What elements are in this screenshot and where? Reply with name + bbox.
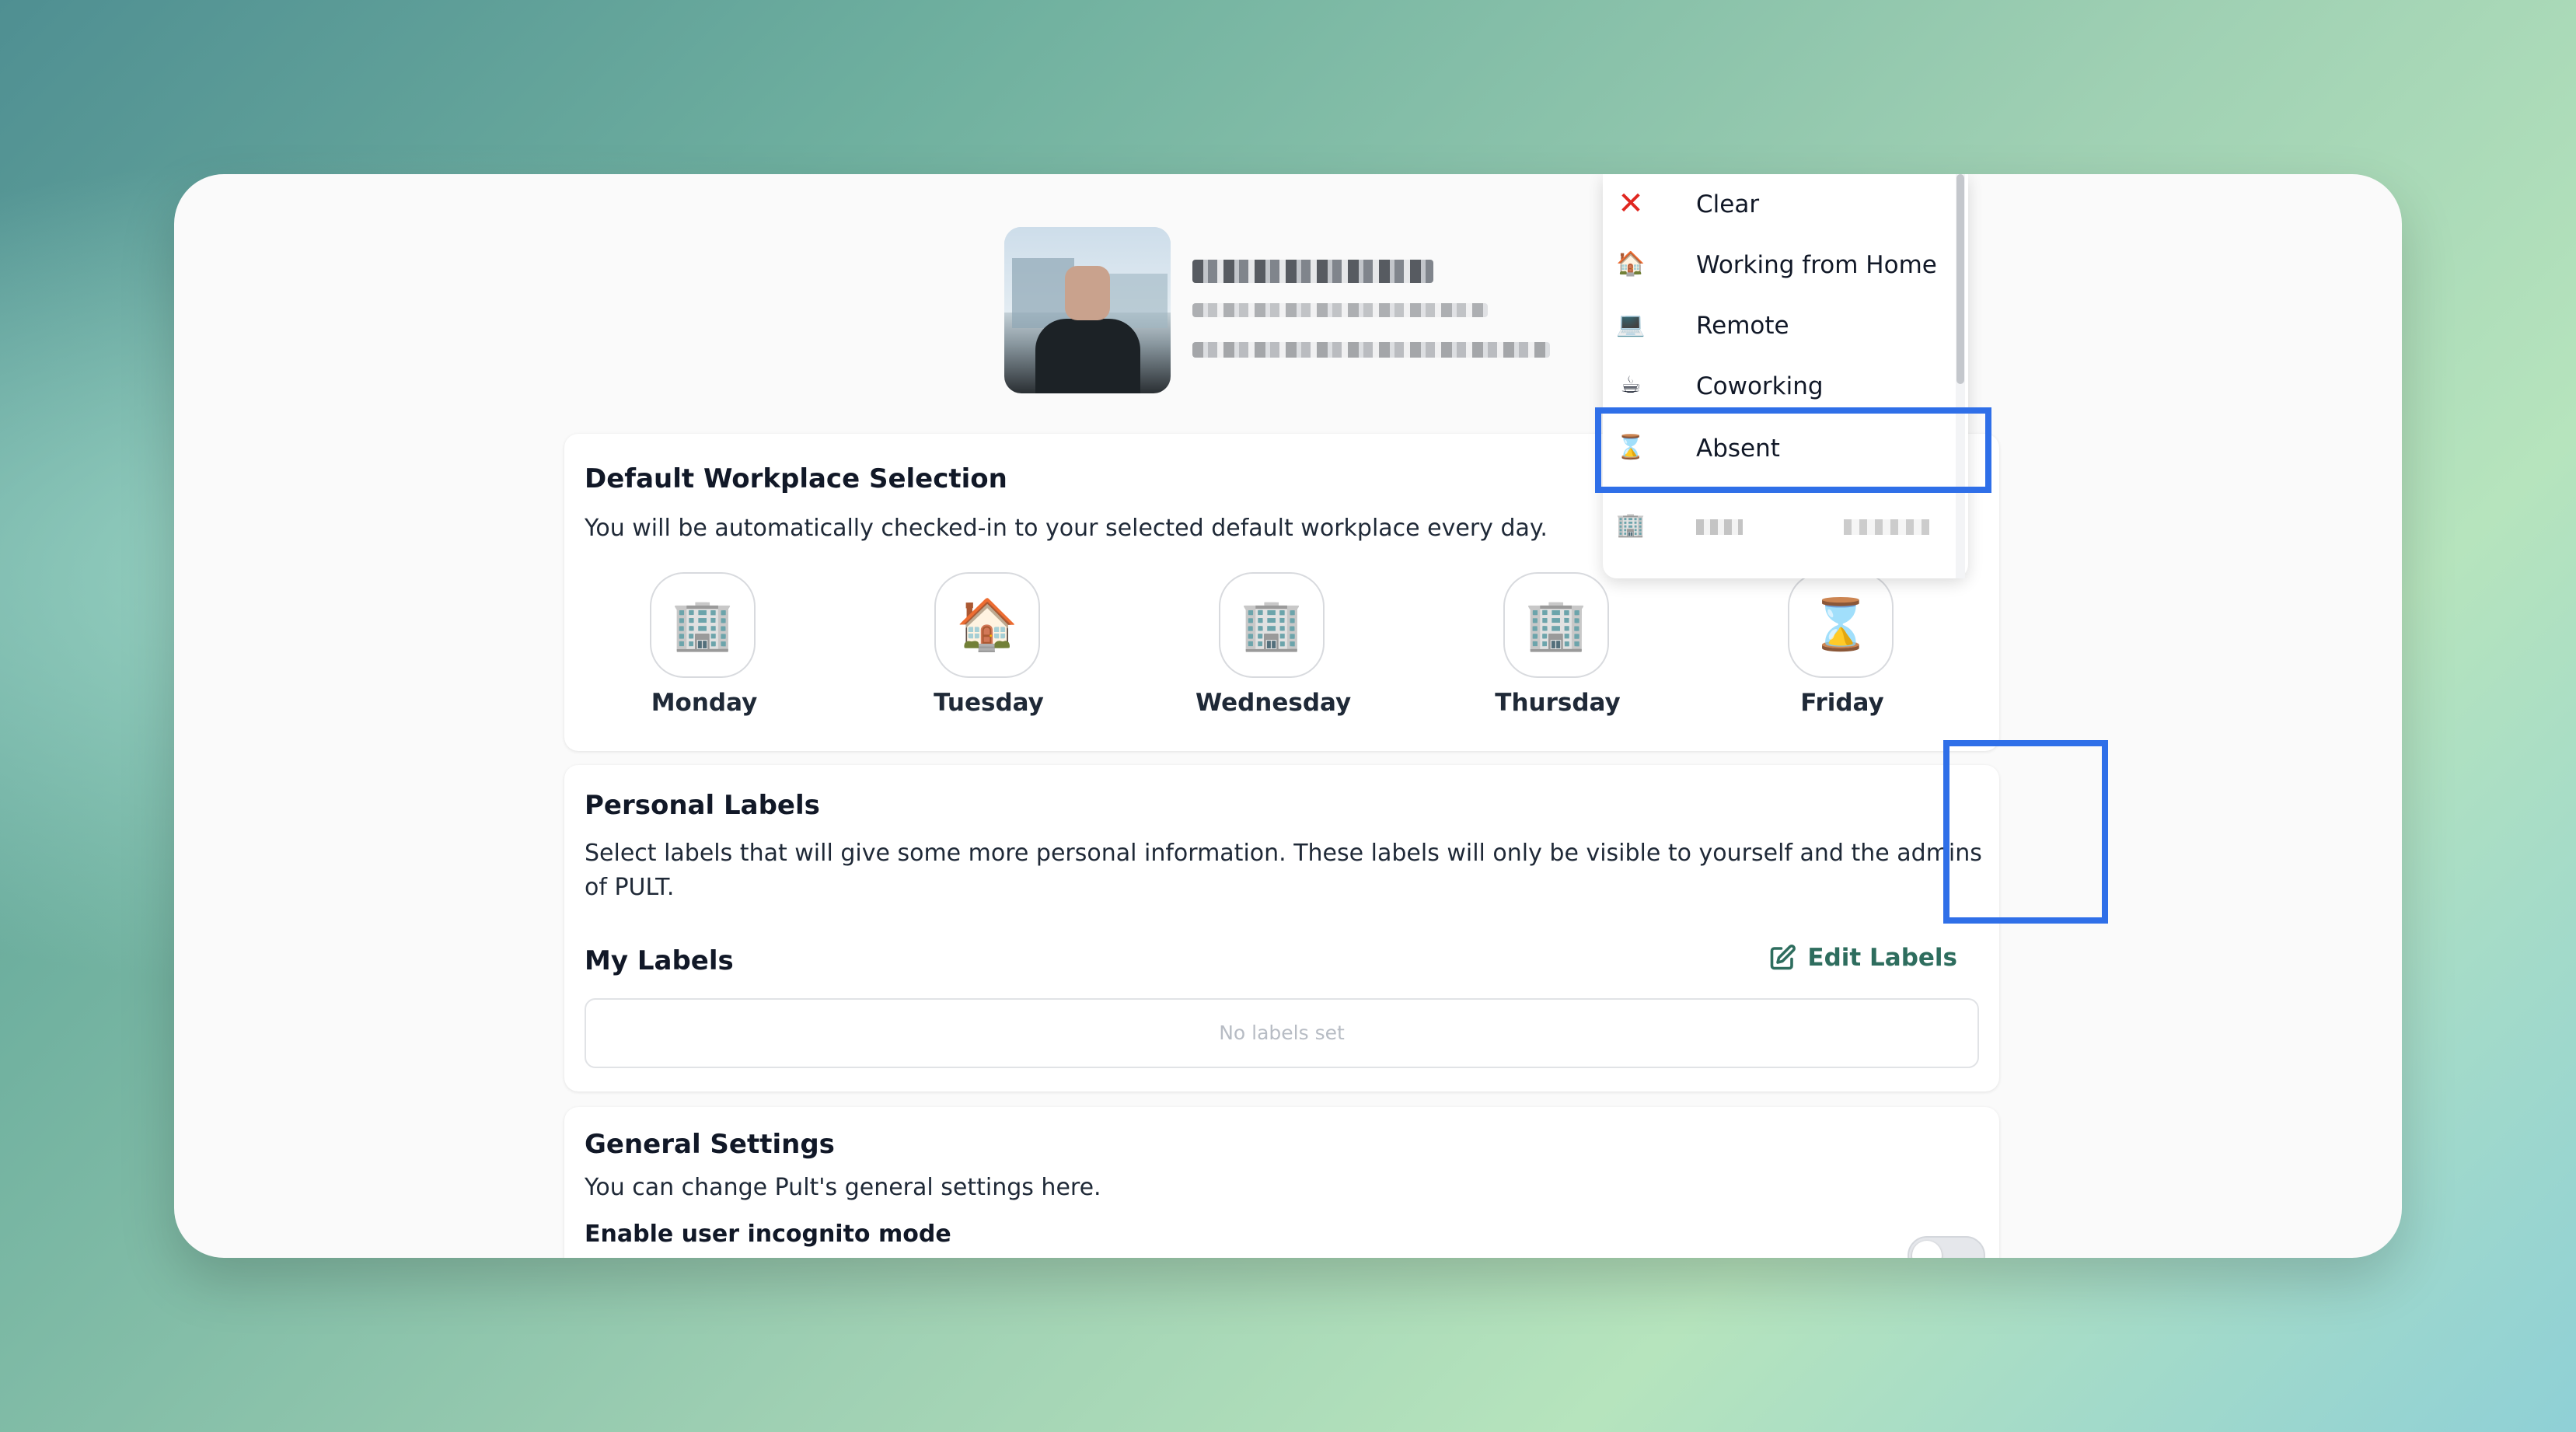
incognito-label: Enable user incognito mode — [585, 1221, 951, 1248]
general-settings-section: General Settings You can change Pult's g… — [564, 1107, 1999, 1258]
day-label: Wednesday — [1196, 689, 1352, 717]
clear-x-icon: ✕ — [1618, 186, 1644, 222]
friday-highlight-box — [1943, 740, 2108, 924]
coffee-icon: ☕ — [1620, 372, 1642, 399]
labels-description: Select labels that will give some more p… — [585, 840, 1982, 901]
office-building-icon[interactable]: 🏢 — [650, 572, 756, 678]
redacted-text — [1696, 519, 1743, 535]
menu-item-label: Working from Home — [1696, 251, 1937, 279]
incognito-toggle[interactable] — [1908, 1236, 1985, 1258]
day-monday[interactable]: 🏢 Monday — [627, 572, 782, 728]
avatar — [1004, 227, 1171, 393]
labels-empty-box: No labels set — [585, 998, 1979, 1068]
menu-item-label: Clear — [1696, 190, 1760, 218]
laptop-icon: 💻 — [1616, 311, 1646, 338]
profile-header — [1004, 227, 1704, 393]
scroll-thumb[interactable] — [1956, 174, 1964, 384]
profile-name-redacted — [1192, 260, 1433, 283]
menu-item-office-redacted[interactable]: 🏢 — [1603, 496, 1968, 557]
day-tuesday[interactable]: 🏠 Tuesday — [911, 572, 1066, 728]
day-friday[interactable]: ⌛ Friday — [1764, 572, 1920, 728]
office-building-icon[interactable]: 🏢 — [1503, 572, 1609, 678]
labels-title: Personal Labels — [585, 790, 820, 821]
day-label: Monday — [651, 689, 758, 717]
menu-item-clear[interactable]: ✕ Clear — [1603, 174, 1968, 235]
menu-item-working-from-home[interactable]: 🏠 Working from Home — [1603, 235, 1968, 295]
general-description: You can change Pult's general settings h… — [585, 1174, 1101, 1201]
redacted-text — [1844, 519, 1929, 535]
workplace-dropdown-menu: ✕ Clear 🏠 Working from Home 💻 Remote ☕ C… — [1603, 174, 1968, 578]
day-label: Thursday — [1495, 689, 1621, 717]
absent-highlight-box — [1595, 407, 1991, 493]
office-building-icon: 🏢 — [1616, 512, 1646, 539]
settings-card: Default Workplace Selection You will be … — [174, 174, 2402, 1258]
toggle-knob — [1912, 1241, 1942, 1258]
workplace-description: You will be automatically checked-in to … — [585, 515, 1548, 542]
house-icon[interactable]: 🏠 — [934, 572, 1040, 678]
my-labels-title: My Labels — [585, 945, 734, 976]
personal-labels-section: Personal Labels Select labels that will … — [564, 765, 1999, 1091]
general-title: General Settings — [585, 1129, 835, 1160]
profile-details-redacted — [1192, 342, 1550, 358]
day-wednesday[interactable]: 🏢 Wednesday — [1196, 572, 1351, 728]
day-label: Friday — [1800, 689, 1884, 717]
edit-labels-button[interactable]: Edit Labels — [1768, 944, 1957, 972]
hourglass-icon[interactable]: ⌛ — [1788, 572, 1894, 678]
weekday-selector: 🏢 Monday 🏠 Tuesday 🏢 Wednesday 🏢 Thursda… — [564, 572, 1999, 728]
menu-item-label: Remote — [1696, 312, 1789, 340]
house-icon: 🏠 — [1616, 250, 1646, 278]
day-thursday[interactable]: 🏢 Thursday — [1480, 572, 1635, 728]
office-building-icon[interactable]: 🏢 — [1219, 572, 1325, 678]
edit-icon — [1771, 945, 1796, 970]
edit-labels-label: Edit Labels — [1807, 944, 1957, 972]
profile-email-redacted — [1192, 303, 1488, 317]
workplace-title: Default Workplace Selection — [585, 463, 1007, 494]
dropdown-scrollbar[interactable] — [1956, 174, 1965, 578]
day-label: Tuesday — [934, 689, 1044, 717]
menu-item-remote[interactable]: 💻 Remote — [1603, 295, 1968, 356]
